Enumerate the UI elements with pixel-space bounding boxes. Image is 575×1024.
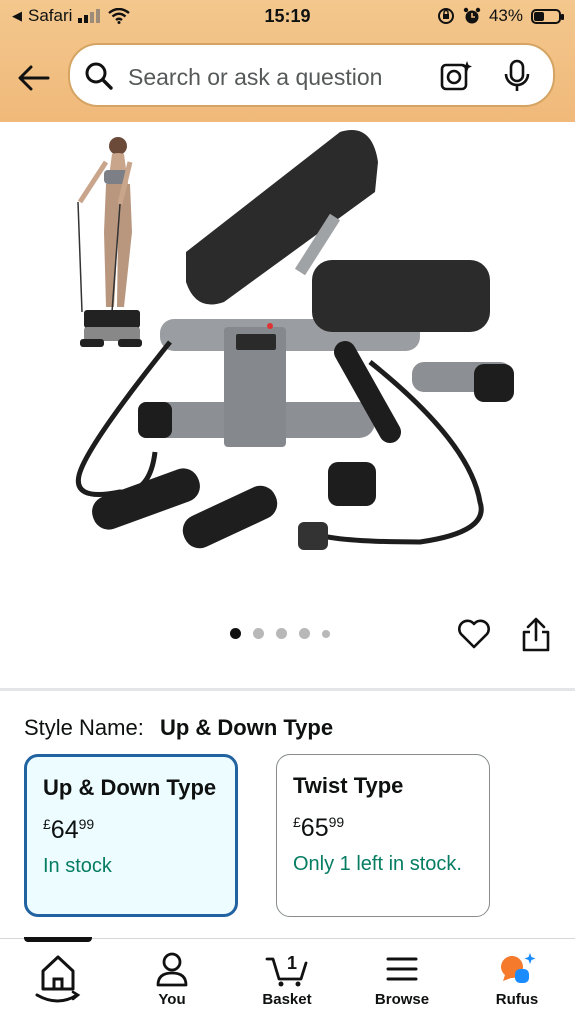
search-input[interactable]: Search or ask a question (128, 64, 382, 91)
tab-you-label: You (158, 991, 186, 1008)
option-price: £6599 (293, 809, 473, 841)
style-name-label: Style Name: (24, 715, 144, 740)
option-price: £6499 (43, 811, 219, 843)
price-whole: 65 (300, 814, 329, 842)
home-icon (35, 955, 81, 1003)
share-icon[interactable] (520, 616, 552, 654)
style-name-value: Up & Down Type (159, 715, 334, 740)
status-bar: ◀ Safari 15:19 43% (0, 0, 575, 34)
carousel-dot[interactable] (276, 628, 287, 639)
option-name: Up & Down Type (43, 775, 217, 800)
tab-browse-label: Browse (374, 991, 430, 1008)
option-stock-status: In stock (43, 855, 112, 877)
section-divider (0, 688, 575, 691)
option-stock-status: Only 1 left in stock. (293, 853, 462, 875)
price-fraction: 99 (328, 814, 345, 830)
carousel-dot[interactable] (230, 628, 241, 639)
product-image[interactable] (0, 122, 575, 602)
battery-percent: 43% (488, 6, 523, 25)
basket-icon: 1 (265, 953, 308, 987)
camera-lens-icon[interactable] (439, 59, 473, 93)
tab-basket[interactable]: 1 Basket (237, 951, 337, 1008)
status-indicators: 43% (437, 6, 564, 26)
battery-icon (531, 8, 564, 24)
top-header: ◀ Safari 15:19 43% Search or ask a quest… (0, 0, 575, 122)
carousel-dot[interactable] (322, 629, 330, 638)
back-arrow-icon (18, 65, 50, 91)
price-whole: 64 (50, 816, 79, 844)
heart-icon[interactable] (456, 616, 492, 652)
active-tab-indicator (24, 937, 92, 942)
basket-count: 1 (287, 953, 297, 973)
tab-rufus-label: Rufus (495, 991, 539, 1008)
style-option-twist[interactable]: Twist Type £6599 Only 1 left in stock. (276, 754, 490, 917)
bottom-tab-bar: You 1 Basket Browse Rufus (0, 937, 575, 1024)
price-currency: £ (43, 816, 51, 832)
price-currency: £ (293, 814, 301, 830)
back-button[interactable] (16, 60, 52, 96)
tab-home[interactable] (8, 951, 108, 1011)
style-option-up-down[interactable]: Up & Down Type £6499 In stock (24, 754, 238, 917)
carousel-dot[interactable] (253, 628, 264, 639)
search-icon (85, 62, 113, 90)
person-icon (156, 952, 188, 987)
tab-rufus[interactable]: Rufus (467, 951, 567, 1008)
carousel-dot[interactable] (299, 628, 310, 639)
rufus-chat-icon (501, 953, 536, 983)
tab-you[interactable]: You (122, 951, 222, 1008)
model-figure (77, 137, 142, 347)
price-fraction: 99 (78, 816, 95, 832)
image-carousel-dots[interactable] (230, 628, 330, 639)
orientation-lock-icon (437, 8, 454, 24)
style-name-row: Style Name: Up & Down Type (24, 715, 333, 741)
microphone-icon[interactable] (503, 59, 531, 93)
option-name: Twist Type (293, 773, 404, 798)
tab-browse[interactable]: Browse (352, 951, 452, 1008)
tab-basket-label: Basket (262, 991, 312, 1008)
battery-level (534, 11, 544, 21)
search-bar[interactable]: Search or ask a question (68, 43, 555, 107)
menu-icon (386, 957, 418, 981)
alarm-icon (463, 7, 481, 24)
stepper-product-illustration (76, 130, 514, 550)
